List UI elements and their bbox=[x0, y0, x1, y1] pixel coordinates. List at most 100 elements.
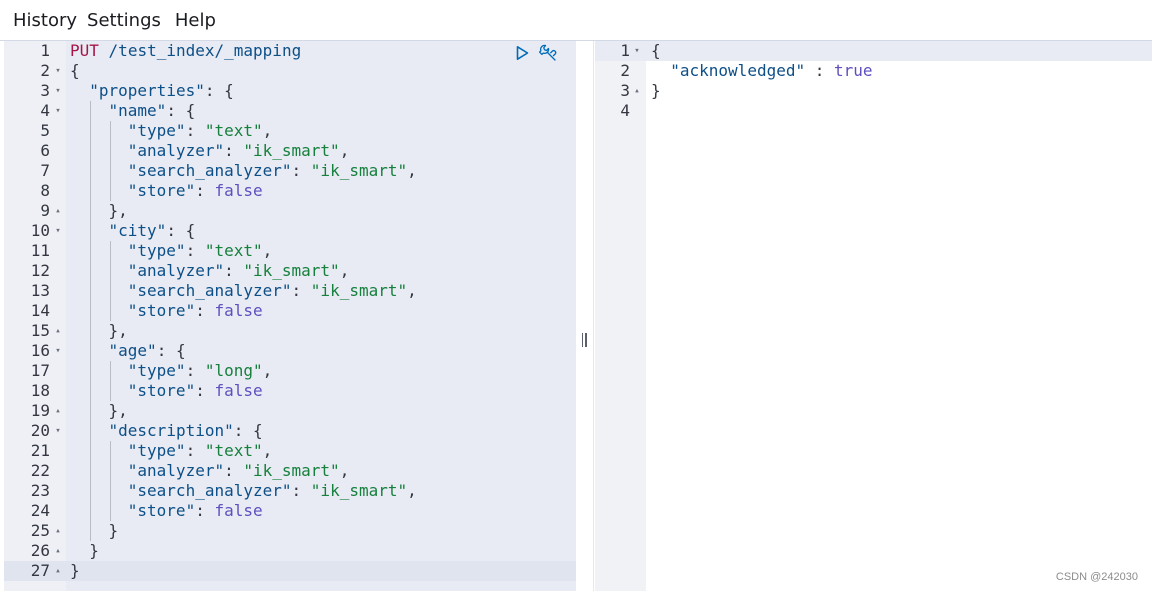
code-line[interactable]: 25 ▴} bbox=[4, 521, 576, 541]
response-viewer[interactable]: 1 ▾{2 "acknowledged" : true 3 ▴} 4 bbox=[595, 41, 1152, 591]
fold-arrow-down-icon[interactable]: ▾ bbox=[53, 61, 63, 81]
indent-guide bbox=[90, 401, 92, 421]
code-text: "store": false bbox=[70, 181, 263, 201]
code-line[interactable]: 16 ▾ "age": { bbox=[4, 341, 576, 361]
code-line[interactable]: 2 "acknowledged" : true bbox=[595, 61, 1152, 81]
fold-arrow-down-icon[interactable]: ▾ bbox=[53, 221, 63, 241]
request-settings-button[interactable] bbox=[538, 43, 558, 63]
code-line[interactable]: 15 ▴}, bbox=[4, 321, 576, 341]
pane-resizer[interactable] bbox=[580, 333, 588, 349]
code-line[interactable]: 10 ▾ "city": { bbox=[4, 221, 576, 241]
code-line[interactable]: 4 bbox=[595, 101, 1152, 121]
line-number: 25 bbox=[30, 521, 50, 540]
token-punc: : bbox=[291, 481, 311, 500]
code-line[interactable]: 14 "store": false bbox=[4, 301, 576, 321]
code-line[interactable]: 12 "analyzer": "ik_smart", bbox=[4, 261, 576, 281]
fold-arrow-up-icon[interactable]: ▴ bbox=[53, 401, 63, 421]
token-method: PUT bbox=[70, 41, 99, 60]
request-editor[interactable]: 1 PUT /test_index/_mapping 2 ▾{3 ▾ "propertie… bbox=[4, 41, 576, 591]
token-punc: , bbox=[339, 261, 350, 280]
token-punc: : { bbox=[233, 421, 263, 440]
line-number: 4 bbox=[40, 101, 50, 120]
line-number: 8 bbox=[40, 181, 50, 200]
token-str: "text" bbox=[204, 121, 263, 140]
menu-settings[interactable]: Settings bbox=[76, 10, 161, 31]
fold-arrow-up-icon[interactable]: ▴ bbox=[53, 321, 63, 341]
code-line[interactable]: 4 ▾ "name": { bbox=[4, 101, 576, 121]
resizer-grip-right bbox=[585, 333, 587, 347]
send-request-button[interactable] bbox=[512, 43, 532, 63]
token-key: "type" bbox=[127, 441, 186, 460]
indent-guide bbox=[90, 461, 92, 481]
code-line[interactable]: 26 ▴} bbox=[4, 541, 576, 561]
line-number: 18 bbox=[30, 381, 50, 400]
code-line[interactable]: 3 ▾ "properties": { bbox=[4, 81, 576, 101]
menu-help[interactable]: Help bbox=[160, 10, 216, 31]
indent-guide bbox=[109, 161, 111, 181]
code-line[interactable]: 22 "analyzer": "ik_smart", bbox=[4, 461, 576, 481]
fold-arrow-up-icon[interactable]: ▴ bbox=[632, 81, 642, 101]
code-text: "search_analyzer": "ik_smart", bbox=[70, 161, 417, 181]
menu-history[interactable]: History bbox=[0, 10, 77, 31]
code-line[interactable]: 17 "type": "long", bbox=[4, 361, 576, 381]
indent-guide bbox=[90, 521, 92, 541]
code-text: }, bbox=[70, 321, 128, 341]
line-number: 5 bbox=[40, 121, 50, 140]
editor-lines[interactable]: 1 PUT /test_index/_mapping 2 ▾{3 ▾ "propertie… bbox=[4, 41, 576, 581]
fold-arrow-down-icon[interactable]: ▾ bbox=[53, 81, 63, 101]
code-line[interactable]: 11 "type": "text", bbox=[4, 241, 576, 261]
token-punc: : bbox=[224, 461, 244, 480]
fold-arrow-up-icon[interactable]: ▴ bbox=[53, 201, 63, 221]
token-str: "ik_smart" bbox=[243, 461, 340, 480]
fold-arrow-down-icon[interactable]: ▾ bbox=[632, 41, 642, 61]
token-punc: : bbox=[224, 261, 244, 280]
indent-guide bbox=[90, 421, 92, 441]
code-line[interactable]: 24 "store": false bbox=[4, 501, 576, 521]
line-number: 14 bbox=[30, 301, 50, 320]
code-line[interactable]: 27 ▴} bbox=[4, 561, 576, 581]
code-text: { bbox=[651, 41, 661, 61]
fold-arrow-up-icon[interactable]: ▴ bbox=[53, 561, 63, 581]
code-line[interactable]: 8 "store": false bbox=[4, 181, 576, 201]
line-number: 17 bbox=[30, 361, 50, 380]
indent-guide bbox=[109, 301, 111, 321]
output-lines: 1 ▾{2 "acknowledged" : true 3 ▴} 4 bbox=[595, 41, 1152, 121]
watermark: CSDN @242030 bbox=[1055, 571, 1138, 583]
token-punc: , bbox=[262, 441, 273, 460]
code-line[interactable]: 7 "search_analyzer": "ik_smart", bbox=[4, 161, 576, 181]
line-number: 21 bbox=[30, 441, 50, 460]
code-line[interactable]: 1 PUT /test_index/_mapping bbox=[4, 41, 576, 61]
token-key: "properties" bbox=[89, 81, 205, 100]
fold-arrow-up-icon[interactable]: ▴ bbox=[53, 521, 63, 541]
code-line[interactable]: 18 "store": false bbox=[4, 381, 576, 401]
indent-guide bbox=[109, 241, 111, 261]
line-number: 9 bbox=[40, 201, 50, 220]
line-number: 13 bbox=[30, 281, 50, 300]
code-line[interactable]: 19 ▴}, bbox=[4, 401, 576, 421]
code-text: "analyzer": "ik_smart", bbox=[70, 461, 350, 481]
token-key: "type" bbox=[127, 241, 186, 260]
code-line[interactable]: 21 "type": "text", bbox=[4, 441, 576, 461]
fold-arrow-down-icon[interactable]: ▾ bbox=[53, 101, 63, 121]
fold-arrow-up-icon[interactable]: ▴ bbox=[53, 541, 63, 561]
code-line[interactable]: 3 ▴} bbox=[595, 81, 1152, 101]
token-punc: , bbox=[339, 461, 350, 480]
play-icon bbox=[516, 46, 529, 60]
token-punc: : bbox=[224, 141, 244, 160]
indent-guide bbox=[90, 161, 92, 181]
fold-arrow-down-icon[interactable]: ▾ bbox=[53, 421, 63, 441]
code-line[interactable]: 23 "search_analyzer": "ik_smart", bbox=[4, 481, 576, 501]
code-line[interactable]: 9 ▴}, bbox=[4, 201, 576, 221]
code-text: "acknowledged" : true bbox=[651, 61, 872, 81]
token-str: "ik_smart" bbox=[243, 261, 340, 280]
code-line[interactable]: 5 "type": "text", bbox=[4, 121, 576, 141]
code-line[interactable]: 20 ▾ "description": { bbox=[4, 421, 576, 441]
line-number: 7 bbox=[40, 161, 50, 180]
indent-guide bbox=[90, 481, 92, 501]
code-line[interactable]: 6 "analyzer": "ik_smart", bbox=[4, 141, 576, 161]
code-line[interactable]: 13 "search_analyzer": "ik_smart", bbox=[4, 281, 576, 301]
code-line[interactable]: 2 ▾ { bbox=[4, 61, 576, 81]
code-line[interactable]: 1 ▾ { bbox=[595, 41, 1152, 61]
token-key: "store" bbox=[127, 501, 196, 520]
fold-arrow-down-icon[interactable]: ▾ bbox=[53, 341, 63, 361]
